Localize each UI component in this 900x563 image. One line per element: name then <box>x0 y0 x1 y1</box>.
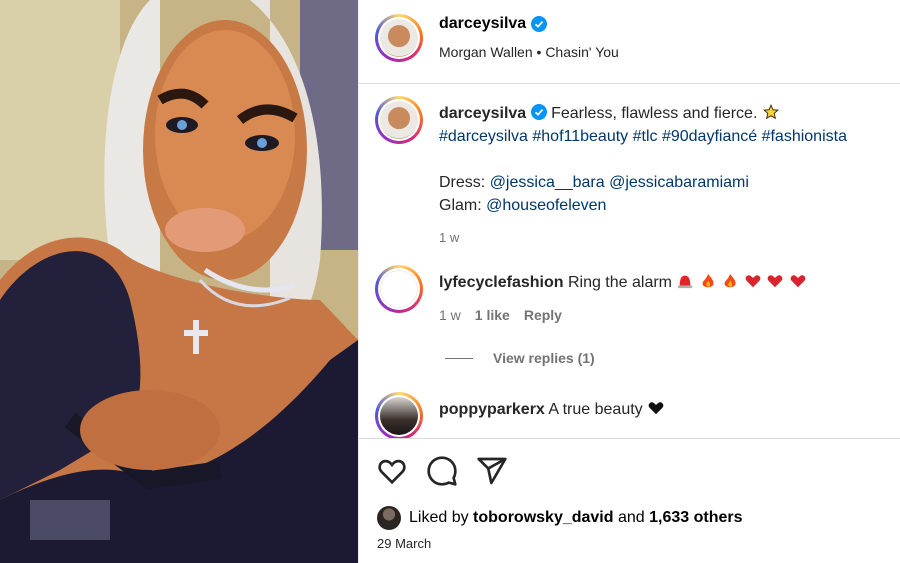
post-detail-panel: darceysilva Morgan Wallen • Chasin' You … <box>358 0 900 563</box>
fire-emoji-icon <box>724 273 736 288</box>
post-actions: Liked by toborowsky_david and 1,633 othe… <box>359 438 900 563</box>
post-photo[interactable] <box>0 0 358 563</box>
comment-icon[interactable] <box>426 455 458 487</box>
star-emoji-icon <box>762 104 779 120</box>
comment-body: lyfecyclefashion Ring the alarm <box>439 273 807 292</box>
replies-divider <box>445 357 473 359</box>
comment-text: A true beauty <box>548 401 643 418</box>
liked-by-count[interactable]: 1,633 others <box>649 509 742 526</box>
reply-button[interactable]: Reply <box>524 307 562 323</box>
comment-likes[interactable]: 1 like <box>475 307 510 323</box>
heart-icon[interactable] <box>376 455 408 487</box>
liked-by-summary: Liked by toborowsky_david and 1,633 othe… <box>377 506 743 530</box>
liked-by-prefix: Liked by <box>409 509 469 526</box>
heart-emoji-icon <box>767 275 783 288</box>
caption-timestamp[interactable]: 1 w <box>439 226 889 249</box>
caption-author-avatar[interactable] <box>375 96 423 144</box>
fire-emoji-icon <box>702 273 714 288</box>
verified-badge-icon <box>531 16 548 32</box>
liked-by-user[interactable]: toborowsky_david <box>473 509 613 526</box>
dress-mentions[interactable]: @jessica__bara @jessicabaramiami <box>490 174 749 191</box>
share-icon[interactable] <box>476 455 508 487</box>
verified-badge-icon <box>530 104 547 120</box>
commenter-avatar[interactable] <box>375 392 423 440</box>
caption-text-block: darceysilva Fearless, flawless and fierc… <box>439 102 889 249</box>
post-date[interactable]: 29 March <box>377 536 431 551</box>
author-username[interactable]: darceysilva <box>439 15 526 33</box>
post-photo-illustration <box>0 0 358 563</box>
comment-text: Ring the alarm <box>567 274 672 291</box>
caption-username[interactable]: darceysilva <box>439 105 526 122</box>
audio-track-link[interactable]: Morgan Wallen • Chasin' You <box>439 44 619 60</box>
liker-avatar[interactable] <box>377 506 401 530</box>
caption-hashtags[interactable]: #darceysilva #hof11beauty #tlc #90dayfia… <box>439 125 889 148</box>
siren-emoji-icon <box>678 275 693 289</box>
liked-by-and: and <box>617 509 645 526</box>
dress-label: Dress: <box>439 174 486 191</box>
heart-emoji-icon <box>745 275 761 288</box>
glam-mention[interactable]: @houseofeleven <box>486 197 606 214</box>
comment-body: poppyparkerx A true beauty <box>439 400 665 419</box>
comment-username[interactable]: poppyparkerx <box>439 401 545 418</box>
caption-text: Fearless, flawless and fierce. <box>551 105 758 122</box>
heart-emoji-icon <box>790 275 806 288</box>
glam-label: Glam: <box>439 197 482 214</box>
comment-username[interactable]: lyfecyclefashion <box>439 274 564 291</box>
comment-meta: 1 w 1 like Reply <box>439 307 562 323</box>
post-header: darceysilva Morgan Wallen • Chasin' You <box>359 0 900 84</box>
view-replies-button[interactable]: View replies (1) <box>445 350 595 366</box>
comment-timestamp[interactable]: 1 w <box>439 307 461 323</box>
author-avatar[interactable] <box>375 14 423 62</box>
commenter-avatar[interactable] <box>375 265 423 313</box>
view-replies-label: View replies (1) <box>493 350 595 366</box>
black-heart-emoji-icon <box>648 402 664 415</box>
